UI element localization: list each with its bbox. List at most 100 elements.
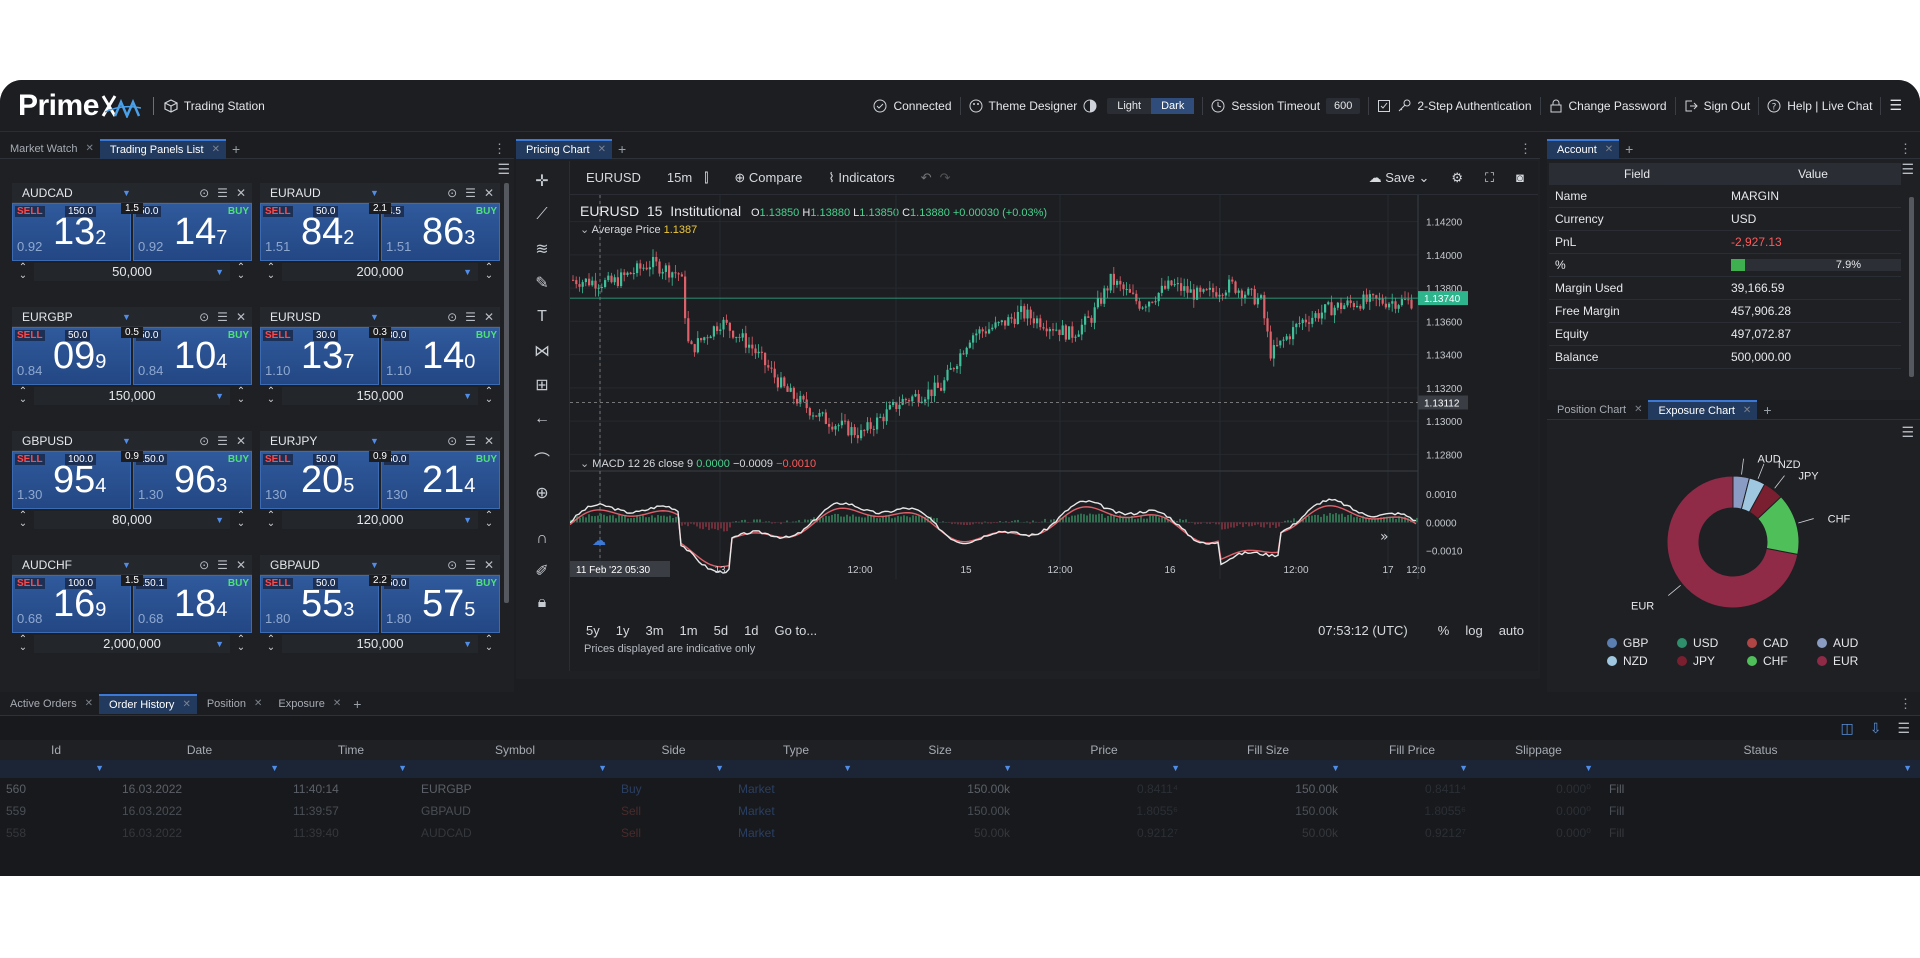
text-tool-icon[interactable]: T (530, 305, 554, 329)
chevron-down-icon[interactable]: ▼ (122, 312, 131, 322)
interval-selector[interactable]: 15m (667, 170, 692, 185)
sell-button[interactable]: SELL 50.0 1.80 553 (260, 575, 379, 633)
column-header[interactable]: Fill Size (1188, 743, 1348, 757)
buy-button[interactable]: 50.0 BUY 0.92 147 (133, 203, 252, 261)
chevron-down-icon[interactable]: ▼ (215, 263, 224, 281)
tab-exposure-chart[interactable]: Exposure Chart ✕ (1648, 399, 1758, 420)
column-header[interactable]: Price (1020, 743, 1188, 757)
auto-scale-toggle[interactable]: auto (1499, 623, 1524, 638)
ruler-icon[interactable]: ⌒ (530, 447, 554, 471)
chevron-down-icon[interactable]: ▼ (215, 511, 224, 529)
kebab-menu-icon[interactable]: ⋮ (1519, 141, 1540, 157)
filter-icon[interactable]: ▼ (1171, 763, 1180, 773)
value-column-header[interactable]: Value (1725, 167, 1901, 181)
sell-button[interactable]: SELL 100.0 0.68 169 (12, 575, 131, 633)
quantity-input[interactable]: 50,000 ▼ (34, 263, 230, 281)
kebab-menu-icon[interactable]: ⋮ (1899, 696, 1920, 712)
symbol-name[interactable]: AUDCAD (22, 186, 122, 200)
tab-position-chart[interactable]: Position Chart ✕ (1547, 400, 1648, 420)
close-icon[interactable]: ✕ (236, 434, 246, 448)
save-button[interactable]: ☁ Save ⌄ (1369, 170, 1430, 186)
range-option[interactable]: Go to... (775, 623, 818, 638)
buy-button[interactable]: 50.0 BUY 130 214 (381, 451, 500, 509)
symbol-name[interactable]: EURJPY (270, 434, 370, 448)
export-icon[interactable]: ⇩ (1870, 720, 1882, 737)
tab-exposure[interactable]: Exposure ✕ (268, 694, 347, 714)
symbol-name[interactable]: AUDCHF (22, 558, 122, 572)
toggle-icon[interactable]: ⊙ (447, 434, 457, 448)
table-row[interactable]: 559 16.03.2022 11:39:57 GBPAUD Sell Market 150… (0, 800, 1920, 822)
camera-icon[interactable]: ◙ (1516, 170, 1524, 185)
chevron-down-icon[interactable]: ▼ (122, 560, 131, 570)
menu-icon[interactable]: ☰ (217, 434, 228, 448)
legend-item[interactable]: USD (1677, 636, 1747, 650)
chevron-down-icon[interactable]: ▼ (463, 263, 472, 281)
scrollbar[interactable] (504, 183, 509, 603)
legend-item[interactable]: GBP (1607, 636, 1677, 650)
sell-button[interactable]: SELL 50.0 130 205 (260, 451, 379, 509)
sell-button[interactable]: SELL 100.0 1.30 954 (12, 451, 131, 509)
tab-pricing-chart[interactable]: Pricing Chart ✕ (516, 138, 612, 159)
column-header[interactable]: Id (0, 743, 112, 757)
column-filter[interactable]: ▼ (615, 760, 732, 778)
tab-active-orders[interactable]: Active Orders ✕ (0, 694, 99, 714)
settings-icon[interactable]: ⚙ (1451, 170, 1463, 186)
menu-icon[interactable]: ☰ (465, 434, 476, 448)
toggle-icon[interactable]: ⊙ (447, 558, 457, 572)
magnet-icon[interactable]: ∩ (530, 527, 554, 551)
collapse-icon[interactable]: ⌄ (580, 458, 589, 470)
filter-icon[interactable]: ▼ (270, 763, 279, 773)
column-header[interactable]: Symbol (415, 743, 615, 757)
range-option[interactable]: 1y (616, 623, 630, 638)
sell-button[interactable]: SELL 50.0 1.51 842 (260, 203, 379, 261)
toggle-icon[interactable]: ⊙ (447, 310, 457, 324)
symbol-name[interactable]: GBPUSD (22, 434, 122, 448)
symbol-name[interactable]: EURAUD (270, 186, 370, 200)
zoom-in-icon[interactable]: ⊕ (530, 481, 554, 505)
filter-icon[interactable]: ▼ (398, 763, 407, 773)
chevron-down-icon[interactable]: ▼ (215, 387, 224, 405)
close-icon[interactable]: ✕ (484, 186, 494, 200)
help-link[interactable]: ? Help | Live Chat (1758, 96, 1880, 115)
chevron-down-icon[interactable]: ▼ (122, 188, 131, 198)
column-filter[interactable]: ▼ (732, 760, 860, 778)
trading-station[interactable]: Trading Station (164, 99, 265, 113)
trend-line-icon[interactable]: ⟋ (530, 203, 554, 227)
sign-out-link[interactable]: Sign Out (1674, 96, 1759, 115)
symbol-selector[interactable]: EURUSD (586, 170, 641, 185)
legend-item[interactable]: CHF (1747, 654, 1817, 668)
symbol-name[interactable]: EURGBP (22, 310, 122, 324)
close-icon[interactable]: ✕ (1605, 144, 1613, 155)
tab-account[interactable]: Account ✕ (1547, 138, 1620, 159)
menu-icon[interactable]: ☰ (1897, 720, 1910, 737)
buy-button[interactable]: 4.5 BUY 1.51 863 (381, 203, 500, 261)
column-header[interactable]: Fill Price (1348, 743, 1476, 757)
stepper-arrows-icon[interactable]: ⌃ ⌄ (264, 511, 278, 529)
quantity-input[interactable]: 150,000 ▼ (34, 387, 230, 405)
chevron-down-icon[interactable]: ▼ (463, 387, 472, 405)
column-filter[interactable]: ▼ (287, 760, 415, 778)
legend-item[interactable]: AUD (1817, 636, 1887, 650)
chevron-down-icon[interactable]: ▼ (370, 188, 379, 198)
toggle-icon[interactable]: ⊙ (199, 434, 209, 448)
stepper-arrows-icon[interactable]: ⌃ ⌄ (16, 387, 30, 405)
close-icon[interactable]: ✕ (598, 144, 606, 155)
menu-icon[interactable]: ☰ (217, 558, 228, 572)
quantity-input[interactable]: 150,000 ▼ (282, 635, 478, 653)
filter-icon[interactable]: ▼ (715, 763, 724, 773)
brush-icon[interactable]: ✎ (530, 271, 554, 295)
percent-scale-toggle[interactable]: % (1438, 623, 1450, 638)
chevron-down-icon[interactable]: ▼ (215, 635, 224, 653)
add-tab-icon[interactable]: + (1619, 141, 1639, 157)
menu-icon[interactable]: ☰ (497, 161, 510, 178)
close-icon[interactable]: ✕ (236, 558, 246, 572)
range-option[interactable]: 5d (714, 623, 728, 638)
column-filter[interactable]: ▼ (415, 760, 615, 778)
field-column-header[interactable]: Field (1549, 167, 1725, 181)
buy-button[interactable]: 50.0 BUY 1.80 575 (381, 575, 500, 633)
close-icon[interactable]: ✕ (182, 699, 190, 710)
filter-icon[interactable]: ▼ (1584, 763, 1593, 773)
column-filter[interactable]: ▼ (0, 760, 112, 778)
close-icon[interactable]: ✕ (236, 310, 246, 324)
range-option[interactable]: 5y (586, 623, 600, 638)
